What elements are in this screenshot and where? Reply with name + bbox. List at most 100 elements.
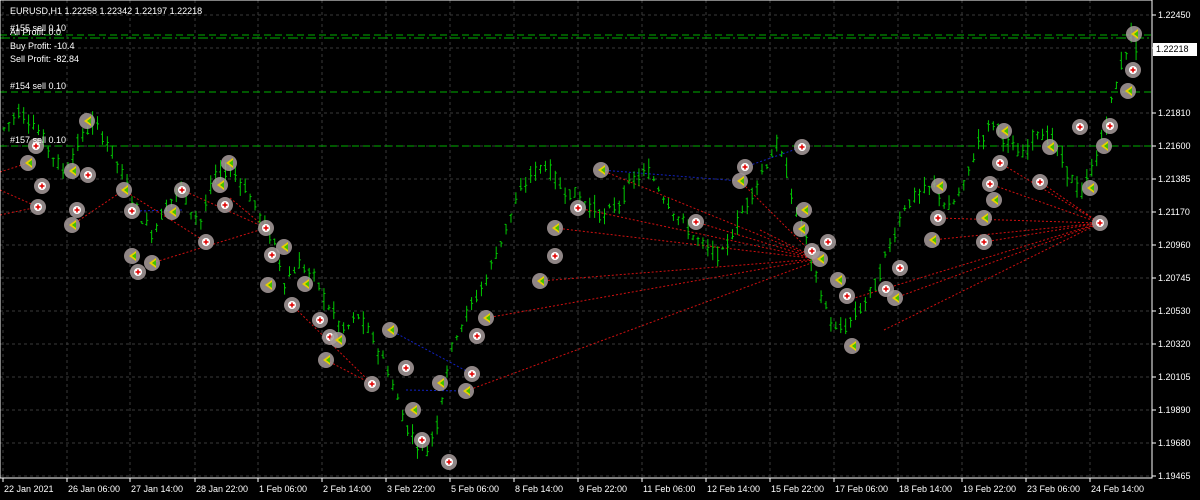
time-tick-label: 3 Feb 22:00 xyxy=(387,484,435,494)
order-marker xyxy=(469,328,485,344)
order-marker xyxy=(996,123,1012,139)
time-tick-label: 22 Jan 2021 xyxy=(4,484,54,494)
sell-trend-line xyxy=(894,222,1101,299)
time-tick-label: 26 Jan 06:00 xyxy=(68,484,120,494)
time-tick-label: 11 Feb 06:00 xyxy=(643,484,695,494)
price-tick-label: 1.20960 xyxy=(1158,240,1191,250)
order-marker xyxy=(839,288,855,304)
order-marker xyxy=(844,338,860,354)
time-tick-label: 8 Feb 14:00 xyxy=(515,484,563,494)
order-level-lines xyxy=(0,34,1152,147)
order-marker xyxy=(174,182,190,198)
order-marker xyxy=(812,251,828,267)
order-marker xyxy=(144,255,160,271)
order-marker xyxy=(931,178,947,194)
time-tick-label: 1 Feb 06:00 xyxy=(259,484,307,494)
order-marker xyxy=(276,239,292,255)
time-tick-label: 2 Feb 14:00 xyxy=(323,484,371,494)
order-157-label: #157 sell 0.10 xyxy=(10,135,67,145)
order-marker xyxy=(986,192,1002,208)
current-price-tag: 1.22218 xyxy=(1153,43,1197,56)
price-tick-label: 1.19890 xyxy=(1158,405,1191,415)
order-marker xyxy=(64,163,80,179)
buy-trend-line xyxy=(600,169,741,182)
order-marker xyxy=(458,383,474,399)
order-marker xyxy=(217,197,233,213)
order-marker xyxy=(212,177,228,193)
time-tick-label: 17 Feb 06:00 xyxy=(835,484,888,494)
symbol-line: EURUSD,H1 1.22258 1.22342 1.22197 1.2221… xyxy=(10,6,203,16)
price-tick-label: 1.21170 xyxy=(1158,207,1190,217)
order-marker xyxy=(30,199,46,215)
sell-trend-line xyxy=(554,227,819,260)
time-tick-label: 27 Jan 14:00 xyxy=(131,484,183,494)
order-marker xyxy=(260,277,276,293)
price-tick-label: 1.21385 xyxy=(1158,174,1191,184)
order-marker xyxy=(69,202,85,218)
buy-profit: Buy Profit: -10.4 xyxy=(10,41,75,51)
order-marker xyxy=(382,322,398,338)
time-tick-label: 18 Feb 14:00 xyxy=(899,484,952,494)
order-marker xyxy=(414,432,430,448)
order-marker xyxy=(116,182,132,198)
order-marker xyxy=(34,178,50,194)
price-tick-label: 1.20745 xyxy=(1158,273,1191,283)
order-marker xyxy=(892,260,908,276)
time-tick-label: 24 Feb 14:00 xyxy=(1091,484,1144,494)
sell-trend-line xyxy=(883,222,1101,331)
order-marker xyxy=(124,248,140,264)
price-tick-label: 1.20105 xyxy=(1158,372,1191,382)
candles xyxy=(2,22,1138,459)
order-marker xyxy=(930,210,946,226)
order-marker xyxy=(64,217,80,233)
order-marker xyxy=(1125,62,1141,78)
order-marker xyxy=(284,297,300,313)
order-marker xyxy=(547,248,563,264)
order-marker xyxy=(570,200,586,216)
order-marker xyxy=(79,113,95,129)
order-154-label: #154 sell 0.10 xyxy=(10,81,67,91)
order-marker xyxy=(330,332,346,348)
order-marker xyxy=(221,155,237,171)
order-marker xyxy=(796,202,812,218)
order-marker xyxy=(976,234,992,250)
time-tick-label: 28 Jan 22:00 xyxy=(196,484,248,494)
buy-trend-line xyxy=(405,389,467,392)
order-marker xyxy=(732,173,748,189)
price-tick-label: 1.20530 xyxy=(1158,306,1191,316)
order-marker xyxy=(297,276,313,292)
order-marker xyxy=(405,402,421,418)
order-marker xyxy=(124,203,140,219)
time-tick-label: 19 Feb 22:00 xyxy=(963,484,1016,494)
order-marker xyxy=(464,366,480,382)
order-marker xyxy=(1120,83,1136,99)
time-axis: 22 Jan 2021 26 Jan 06:00 27 Jan 14:00 28 Ja… xyxy=(2,478,1144,494)
price-tick-label: 1.19680 xyxy=(1158,438,1191,448)
order-marker xyxy=(887,290,903,306)
price-tick-label: 1.21810 xyxy=(1158,108,1191,118)
sell-profit: Sell Profit: -82.84 xyxy=(10,54,80,64)
order-marker xyxy=(976,210,992,226)
order-marker xyxy=(820,234,836,250)
order-marker xyxy=(1072,119,1088,135)
price-tick-label: 1.19465 xyxy=(1158,471,1191,481)
all-profit: All Profit: 0.0 xyxy=(10,27,62,37)
order-marker xyxy=(80,167,96,183)
buy-trend-line xyxy=(744,146,803,168)
order-marker xyxy=(1126,26,1142,42)
sell-trend-line xyxy=(931,222,1101,241)
order-marker xyxy=(532,273,548,289)
order-marker xyxy=(992,155,1008,171)
price-tick-label: 1.21600 xyxy=(1158,141,1191,151)
order-marker xyxy=(312,312,328,328)
sell-trend-line xyxy=(465,258,823,392)
price-axis: 1.224501.220251.218101.216001.213851.211… xyxy=(1152,10,1191,481)
order-markers xyxy=(20,26,1142,470)
sell-trend-line xyxy=(485,258,819,319)
time-tick-label: 23 Feb 06:00 xyxy=(1027,484,1080,494)
order-marker xyxy=(1092,215,1108,231)
order-marker xyxy=(1096,138,1112,154)
order-marker xyxy=(478,310,494,326)
price-chart[interactable]: 1.224501.220251.218101.216001.213851.211… xyxy=(0,0,1200,500)
order-marker xyxy=(20,155,36,171)
